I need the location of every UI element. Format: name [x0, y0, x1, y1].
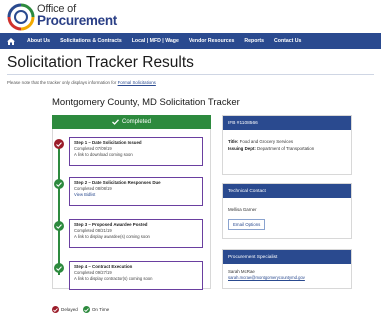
title-divider	[7, 74, 374, 75]
formal-solicitations-link[interactable]: Formal Solicitations	[118, 80, 156, 85]
step-4-card: Step 4 – Contract Execution Completed 09…	[69, 261, 203, 290]
page-title: Solicitation Tracker Results	[7, 54, 194, 71]
nav-vendor-resources[interactable]: Vendor Resources	[184, 38, 240, 44]
step-2-card: Step 2 – Date Solicitation Responses Due…	[69, 177, 203, 206]
step-detail: A link to display contractor(s) coming s…	[74, 275, 153, 281]
completed-status-bar: Completed	[52, 115, 211, 129]
ifb-number: IFB #1108566	[223, 116, 351, 130]
technical-contact-panel: Technical Contact Mellisa Garner Email O…	[222, 183, 352, 239]
timeline-line	[58, 143, 60, 275]
step-2-on-time-marker	[54, 179, 64, 189]
specialist-email-link[interactable]: sarah.mcrae@montgomerycountymd.gov	[228, 275, 346, 281]
site-header: Office of Procurement	[0, 0, 381, 33]
checkmark-icon	[56, 181, 62, 187]
ifb-dept-row: Issuing Dept: Department of Transportati…	[228, 145, 346, 152]
on-time-legend-icon	[82, 306, 90, 313]
note-text: Please note that the tracker only displa…	[7, 80, 118, 85]
email-options-button[interactable]: Email Options	[228, 219, 266, 230]
step-1-card: Step 1 – Date Solicitation Issued Comple…	[69, 137, 203, 166]
checkmark-icon	[56, 141, 62, 147]
nav-local-mfd-wage[interactable]: Local | MFD | Wage	[127, 38, 184, 44]
step-detail: A link to download coming soon	[74, 151, 133, 157]
view-bidlist-link[interactable]: View Bidlist	[74, 192, 198, 198]
ifb-title-label: Title:	[228, 139, 239, 144]
tracker-title: Montgomery County, MD Solicitation Track…	[52, 97, 240, 108]
nav-contact-us[interactable]: Contact Us	[269, 38, 306, 44]
nav-reports[interactable]: Reports	[239, 38, 269, 44]
procurement-specialist-panel: Procurement Specialist Sarah McRae sarah…	[222, 249, 352, 289]
step-3-on-time-marker	[54, 221, 64, 231]
office-of-procurement-logo-icon[interactable]	[7, 3, 35, 31]
nav-about-us[interactable]: About Us	[22, 38, 55, 44]
delayed-legend-icon	[52, 306, 59, 313]
ifb-dept-label: Issuing Dept:	[228, 146, 256, 151]
procurement-specialist-header: Procurement Specialist	[223, 250, 351, 264]
technical-contact-header: Technical Contact	[223, 184, 351, 198]
ifb-panel: IFB #1108566 Title: Food and Grocery Ser…	[222, 115, 352, 175]
completed-label: Completed	[121, 119, 151, 125]
ifb-title-row: Title: Food and Grocery Services	[228, 138, 346, 145]
technical-contact-name: Mellisa Garner	[228, 207, 257, 212]
status-legend: Delayed On Time	[52, 306, 109, 313]
tracker-note: Please note that the tracker only displa…	[7, 80, 156, 85]
nav-home[interactable]	[0, 33, 22, 49]
step-4-on-time-marker	[54, 263, 64, 273]
ifb-title-value: Food and Grocery Services	[239, 139, 294, 144]
step-1-delayed-marker	[54, 139, 64, 149]
checkmark-icon	[53, 307, 58, 312]
delayed-legend-label: Delayed	[61, 307, 78, 312]
step-3-card: Step 3 – Proposed Awardee Posted Complet…	[69, 219, 203, 248]
ifb-dept-value: Department of Transportation	[257, 146, 315, 151]
checkmark-icon	[56, 265, 62, 271]
checkmark-icon	[56, 223, 62, 229]
on-time-legend-label: On Time	[91, 307, 110, 312]
brand-wordmark[interactable]: Office of Procurement	[37, 4, 117, 28]
nav-solicitations-contracts[interactable]: Solicitations & Contracts	[55, 38, 127, 44]
main-nav: About Us Solicitations & Contracts Local…	[0, 33, 381, 49]
checkmark-icon	[84, 307, 89, 312]
home-icon	[7, 37, 15, 45]
checkmark-icon	[112, 119, 119, 125]
step-detail: A link to display awardee(s) coming soon	[74, 233, 150, 239]
brand-line2: Procurement	[37, 13, 117, 28]
